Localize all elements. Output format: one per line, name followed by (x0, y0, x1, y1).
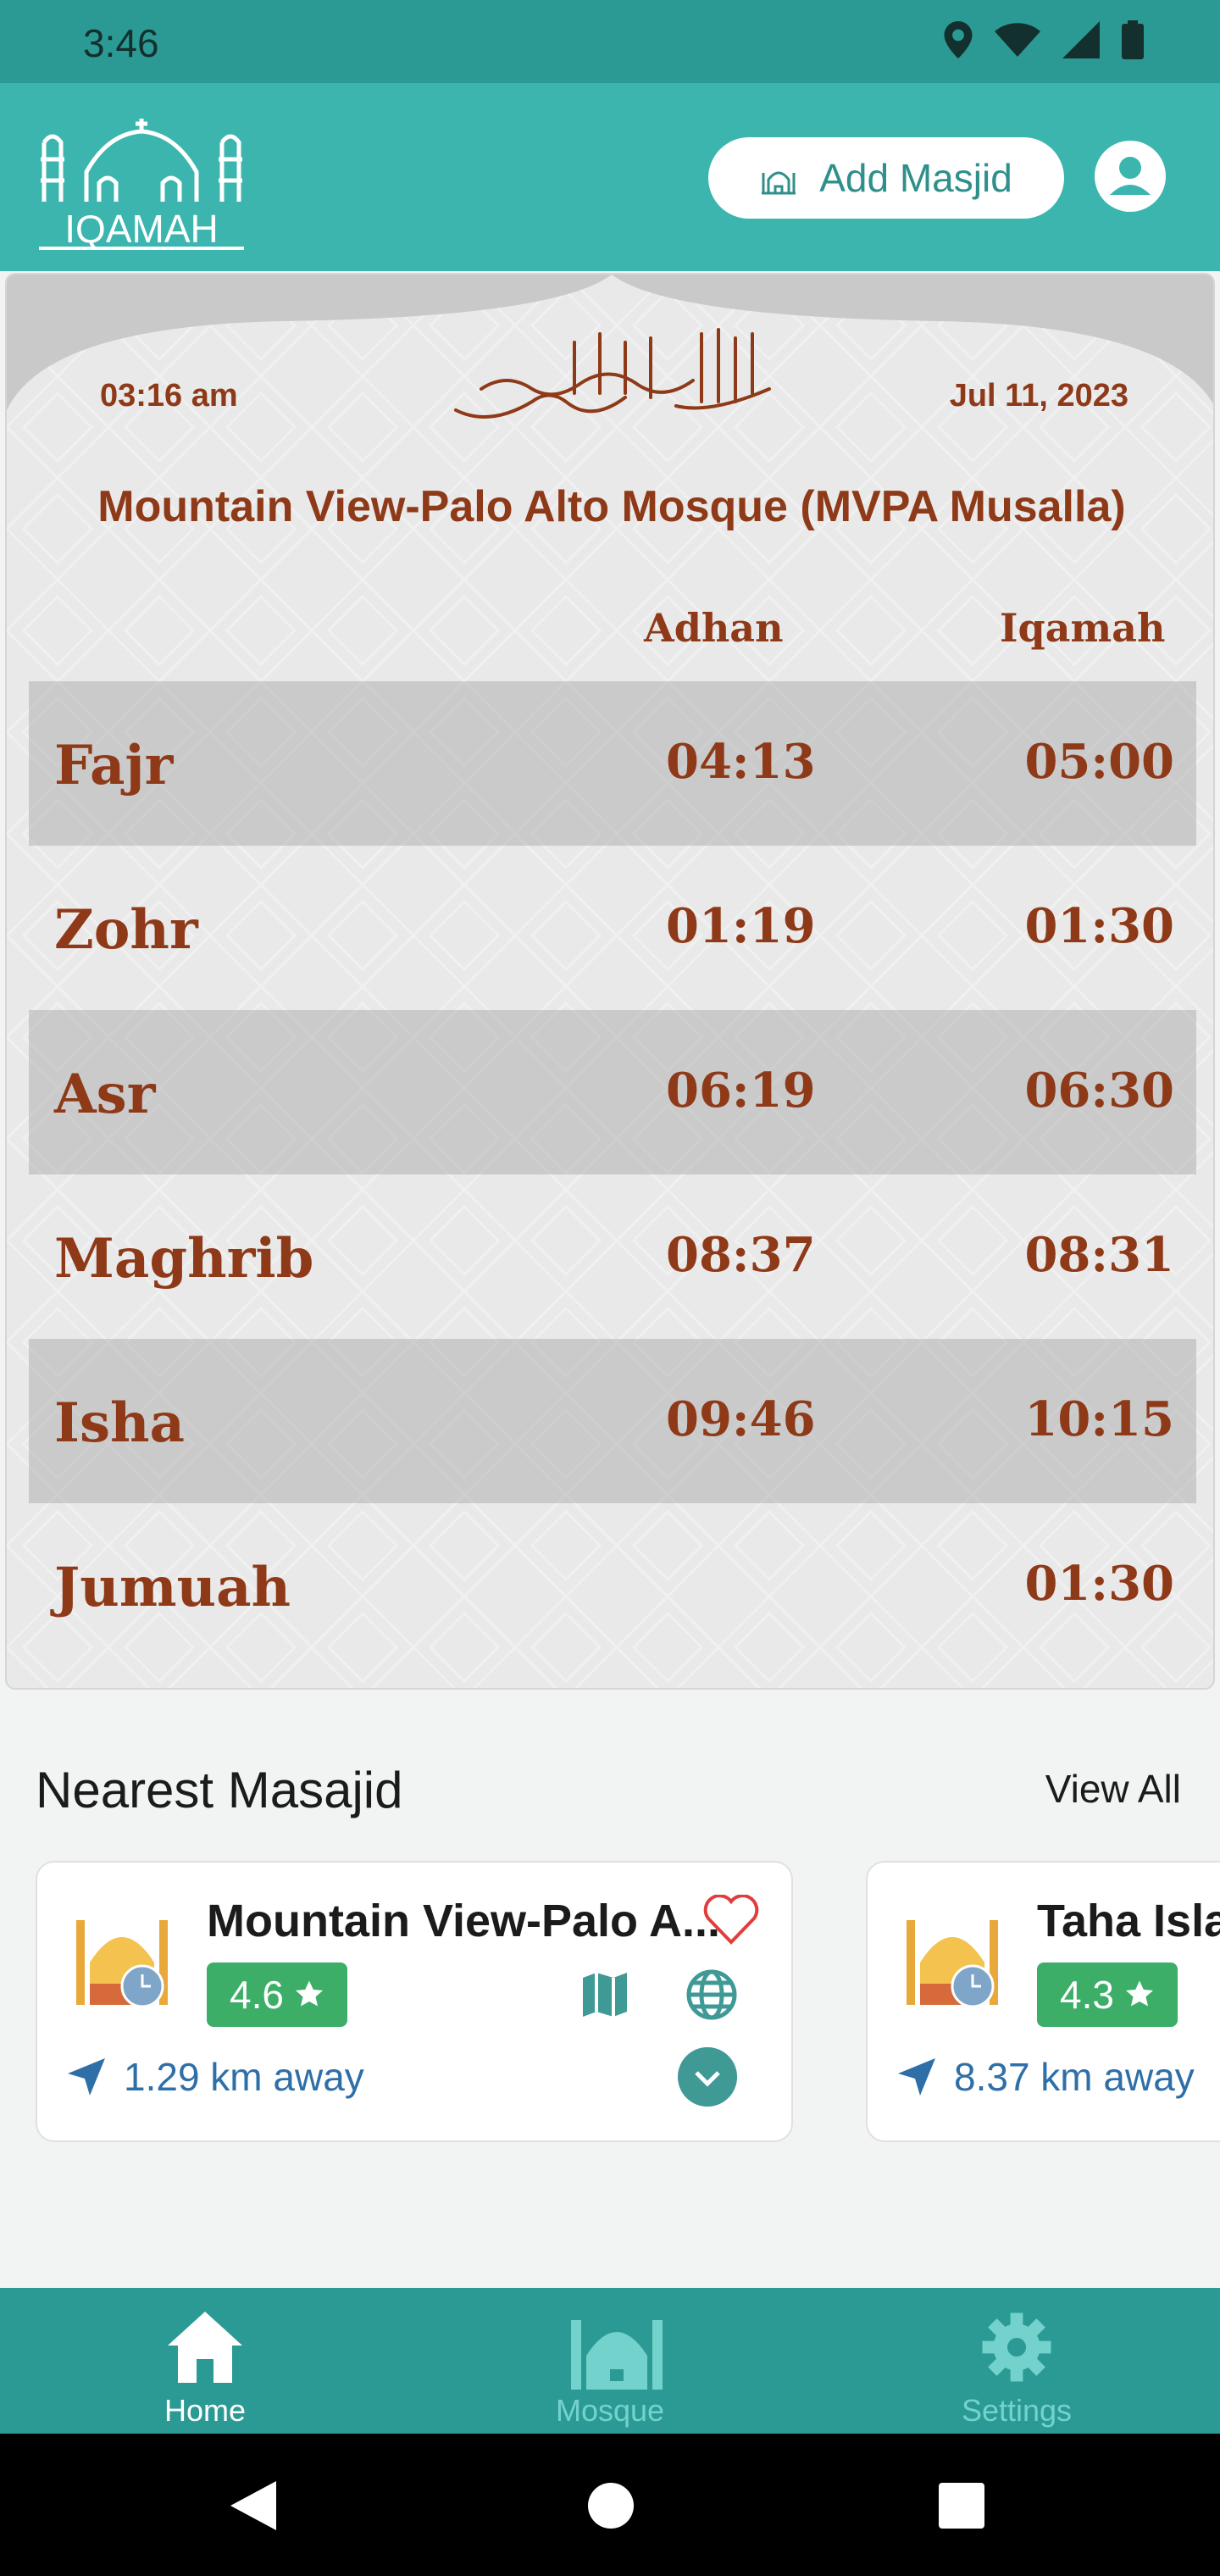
globe-icon[interactable] (685, 1968, 739, 2022)
nav-settings[interactable]: Settings (890, 2288, 1144, 2434)
iqamah-time: 10:15 (1024, 1391, 1174, 1447)
nav-settings-label: Settings (961, 2393, 1073, 2428)
prayer-row-isha: Isha 09:46 10:15 (29, 1339, 1196, 1503)
prayer-row-zohr: Zohr 01:19 01:30 (29, 846, 1196, 1010)
system-navigation-bar (0, 2434, 1220, 2576)
prayer-row-jumuah: Jumuah 01:30 (29, 1503, 1196, 1668)
prayer-times-card: 03:16 am Jul 11, 2023 Mountain View-Palo… (5, 273, 1215, 1690)
current-date: Jul 11, 2023 (949, 378, 1128, 414)
iqamah-time: 01:30 (1024, 1556, 1174, 1612)
gear-icon (982, 2312, 1051, 2382)
adhan-time: 04:13 (666, 734, 816, 790)
status-icons (944, 20, 1144, 59)
rating-badge: 4.6 (207, 1963, 347, 2027)
prayer-name: Fajr (54, 734, 174, 797)
home-icon (168, 2312, 242, 2383)
prayer-name: Jumuah (54, 1556, 291, 1619)
rating-value: 4.3 (1060, 1973, 1114, 2017)
nav-home[interactable]: Home (78, 2288, 332, 2434)
prayer-row-asr: Asr 06:19 06:30 (29, 1010, 1196, 1174)
signal-icon (1062, 21, 1100, 58)
adhan-time: 09:46 (666, 1391, 816, 1447)
back-icon[interactable] (230, 2481, 276, 2530)
view-all-link[interactable]: View All (1045, 1766, 1181, 1812)
battery-icon (1122, 20, 1144, 59)
masjid-clock-icon (76, 1920, 168, 2008)
distance-row: 1.29 km away (66, 2054, 364, 2100)
prayer-row-maghrib: Maghrib 08:37 08:31 (29, 1174, 1196, 1339)
prayer-name: Zohr (54, 898, 198, 962)
adhan-column-header: Adhan (644, 605, 784, 651)
mosque-icon (571, 2320, 663, 2390)
status-bar: 3:46 (0, 0, 1220, 83)
iqamah-time: 01:30 (1024, 898, 1174, 954)
expand-chevron-icon[interactable] (678, 2047, 737, 2107)
home-circle-icon[interactable] (588, 2483, 634, 2529)
adhan-time: 06:19 (666, 1063, 816, 1119)
current-time: 03:16 am (100, 378, 238, 414)
rating-badge: 4.3 (1037, 1963, 1178, 2027)
nav-home-label: Home (164, 2393, 247, 2428)
iqamah-time: 05:00 (1024, 734, 1174, 790)
bottom-navigation: Home Mosque Settings (0, 2288, 1220, 2434)
mosque-add-icon (762, 171, 796, 195)
profile-icon[interactable] (1095, 141, 1166, 212)
add-masjid-button[interactable]: Add Masjid (708, 137, 1064, 219)
prayer-name: Asr (54, 1063, 156, 1126)
app-header: IQAMAH Add Masjid (0, 83, 1220, 271)
distance-row: 8.37 km away (896, 2054, 1195, 2100)
masjid-name: Taha Isla (1037, 1896, 1220, 1946)
masjid-card[interactable]: Mountain View-Palo A... 4.6 1.29 km away (36, 1861, 793, 2142)
masjid-card[interactable]: Taha Isla 4.3 8.37 km away (866, 1861, 1220, 2142)
nav-mosque-label: Mosque (555, 2393, 665, 2428)
favorite-heart-icon[interactable] (703, 1895, 759, 1946)
location-icon (944, 21, 973, 58)
iqamah-column-header: Iqamah (1000, 605, 1166, 651)
recents-icon[interactable] (939, 2483, 984, 2529)
map-icon[interactable] (580, 1969, 630, 2020)
navigation-arrow-icon (68, 2058, 105, 2096)
masjid-clock-icon (907, 1920, 998, 2008)
wifi-icon (995, 23, 1040, 57)
masjid-name: Mountain View-Palo A... (207, 1896, 721, 1946)
iqamah-time: 06:30 (1024, 1063, 1174, 1119)
add-masjid-label: Add Masjid (819, 156, 1012, 200)
distance-text: 8.37 km away (954, 2055, 1195, 2099)
logo-text: IQAMAH (64, 207, 218, 251)
adhan-time: 08:37 (666, 1227, 816, 1283)
star-icon (1125, 1980, 1154, 2007)
nearest-masajid-title: Nearest Masajid (36, 1762, 403, 1818)
star-icon (295, 1980, 324, 2007)
distance-text: 1.29 km away (124, 2055, 364, 2099)
status-time: 3:46 (83, 21, 159, 65)
prayer-name: Maghrib (54, 1227, 314, 1291)
navigation-arrow-icon (898, 2058, 935, 2096)
bismillah-calligraphy (454, 328, 771, 419)
prayer-name: Isha (54, 1391, 185, 1455)
mosque-title: Mountain View-Palo Alto Mosque (MVPA Mus… (97, 482, 1126, 531)
iqamah-time: 08:31 (1024, 1227, 1174, 1283)
nav-mosque[interactable]: Mosque (483, 2288, 737, 2434)
iqamah-logo[interactable]: IQAMAH (36, 108, 247, 253)
prayer-row-fajr: Fajr 04:13 05:00 (29, 681, 1196, 846)
adhan-time: 01:19 (666, 898, 816, 954)
rating-value: 4.6 (230, 1973, 284, 2017)
